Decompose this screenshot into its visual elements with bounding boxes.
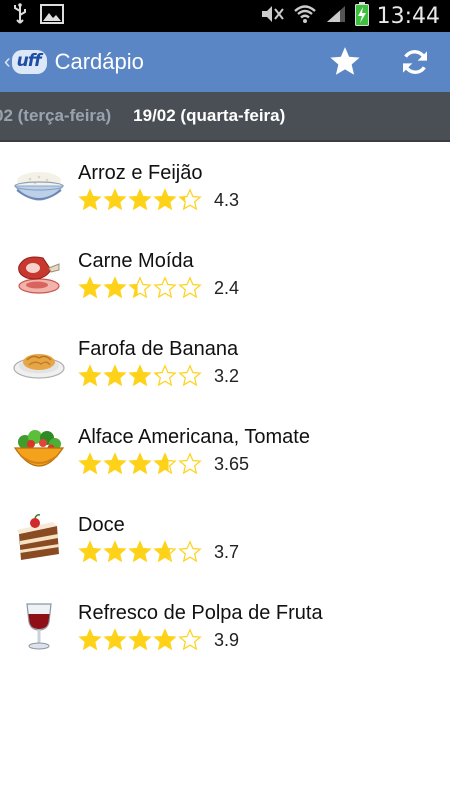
list-item[interactable]: Refresco de Polpa de Fruta 3.9 <box>0 582 450 670</box>
rating-row: 2.4 <box>78 276 239 300</box>
home-up-button[interactable]: ‹ uff <box>0 32 47 92</box>
page-title: Cardápio <box>54 49 144 74</box>
rating-star-icon[interactable] <box>78 364 102 388</box>
rating-row: 3.65 <box>78 452 249 476</box>
battery-charging-icon <box>354 1 369 31</box>
cake-icon <box>17 514 59 560</box>
rating-star-icon[interactable] <box>78 540 102 564</box>
mute-icon <box>259 4 285 29</box>
rating-row: 3.9 <box>78 628 239 652</box>
rating-star-icon[interactable] <box>103 452 127 476</box>
status-bar: 13:44 <box>0 0 450 32</box>
rating-star-icon[interactable] <box>103 188 127 212</box>
star-rating[interactable] <box>78 540 202 564</box>
food-name: Arroz e Feijão <box>78 162 203 184</box>
rating-star-icon[interactable] <box>153 364 177 388</box>
wine-glass-icon <box>26 603 52 650</box>
rating-star-icon[interactable] <box>128 628 152 652</box>
star-icon <box>330 47 360 75</box>
chevron-left-icon: ‹ <box>4 50 11 73</box>
tab-previous-day[interactable]: 02 (terça-feira) <box>0 106 111 126</box>
star-rating[interactable] <box>78 364 202 388</box>
star-rating[interactable] <box>78 276 202 300</box>
rating-star-icon[interactable] <box>78 188 102 212</box>
rating-star-icon[interactable] <box>178 276 202 300</box>
rating-star-icon[interactable] <box>128 276 152 300</box>
rating-star-icon[interactable] <box>128 364 152 388</box>
rating-star-icon[interactable] <box>153 628 177 652</box>
list-item[interactable]: Doce 3.7 <box>0 494 450 582</box>
signal-icon <box>325 4 347 29</box>
favorite-button[interactable] <box>310 32 380 92</box>
rating-star-icon[interactable] <box>178 188 202 212</box>
rating-star-icon[interactable] <box>103 540 127 564</box>
star-rating[interactable] <box>78 628 202 652</box>
rating-star-icon[interactable] <box>178 628 202 652</box>
rating-star-icon[interactable] <box>128 540 152 564</box>
list-item[interactable]: Arroz e Feijão 4.3 <box>0 142 450 230</box>
rating-star-icon[interactable] <box>153 276 177 300</box>
clock-time: 13:44 <box>376 3 440 29</box>
rating-star-icon[interactable] <box>78 628 102 652</box>
rating-star-icon[interactable] <box>153 188 177 212</box>
rating-value: 3.65 <box>214 453 250 474</box>
rating-value: 4.3 <box>214 189 240 210</box>
rating-value: 2.4 <box>214 277 240 298</box>
list-item[interactable]: Carne Moída 2.4 <box>0 230 450 318</box>
rating-star-icon[interactable] <box>128 452 152 476</box>
refresh-button[interactable] <box>380 32 450 92</box>
rating-value: 3.7 <box>214 541 240 562</box>
rating-star-icon[interactable] <box>178 452 202 476</box>
rating-star-icon[interactable] <box>103 364 127 388</box>
rice-bowl-icon <box>13 172 65 201</box>
rating-value: 3.2 <box>214 365 240 386</box>
food-name: Alface Americana, Tomate <box>78 426 310 448</box>
list-item[interactable]: Alface Americana, Tomate 3.65 <box>0 406 450 494</box>
image-icon <box>40 3 64 29</box>
refresh-icon <box>403 50 427 74</box>
rating-star-icon[interactable] <box>78 276 102 300</box>
menu-list: Arroz e Feijão 4.3 Carne Moída 2.4 Farof… <box>0 142 450 670</box>
uff-logo: uff <box>11 50 47 74</box>
rating-star-icon[interactable] <box>103 628 127 652</box>
rating-star-icon[interactable] <box>78 452 102 476</box>
date-tab-strip: 02 (terça-feira) 19/02 (quarta-feira) <box>0 92 450 142</box>
rating-star-icon[interactable] <box>128 188 152 212</box>
wifi-icon <box>293 4 317 29</box>
action-bar: ‹ uff Cardápio <box>0 32 450 92</box>
star-rating[interactable] <box>78 188 202 212</box>
food-name: Doce <box>78 514 125 536</box>
star-rating[interactable] <box>78 452 202 476</box>
rating-star-icon[interactable] <box>178 540 202 564</box>
rating-row: 3.2 <box>78 364 239 388</box>
rating-star-icon[interactable] <box>103 276 127 300</box>
usb-icon <box>12 2 28 30</box>
rating-row: 4.3 <box>78 188 239 212</box>
rating-value: 3.9 <box>214 629 240 650</box>
food-name: Refresco de Polpa de Fruta <box>78 602 323 624</box>
rating-star-icon[interactable] <box>178 364 202 388</box>
rating-star-icon[interactable] <box>153 540 177 564</box>
rating-row: 3.7 <box>78 540 239 564</box>
salad-bowl-icon <box>13 430 65 467</box>
tab-current-day[interactable]: 19/02 (quarta-feira) <box>133 106 285 126</box>
food-name: Carne Moída <box>78 250 194 272</box>
rating-star-icon[interactable] <box>153 452 177 476</box>
ham-icon <box>18 256 60 294</box>
farofa-plate-icon <box>13 354 65 379</box>
list-item[interactable]: Farofa de Banana 3.2 <box>0 318 450 406</box>
food-name: Farofa de Banana <box>78 338 239 360</box>
